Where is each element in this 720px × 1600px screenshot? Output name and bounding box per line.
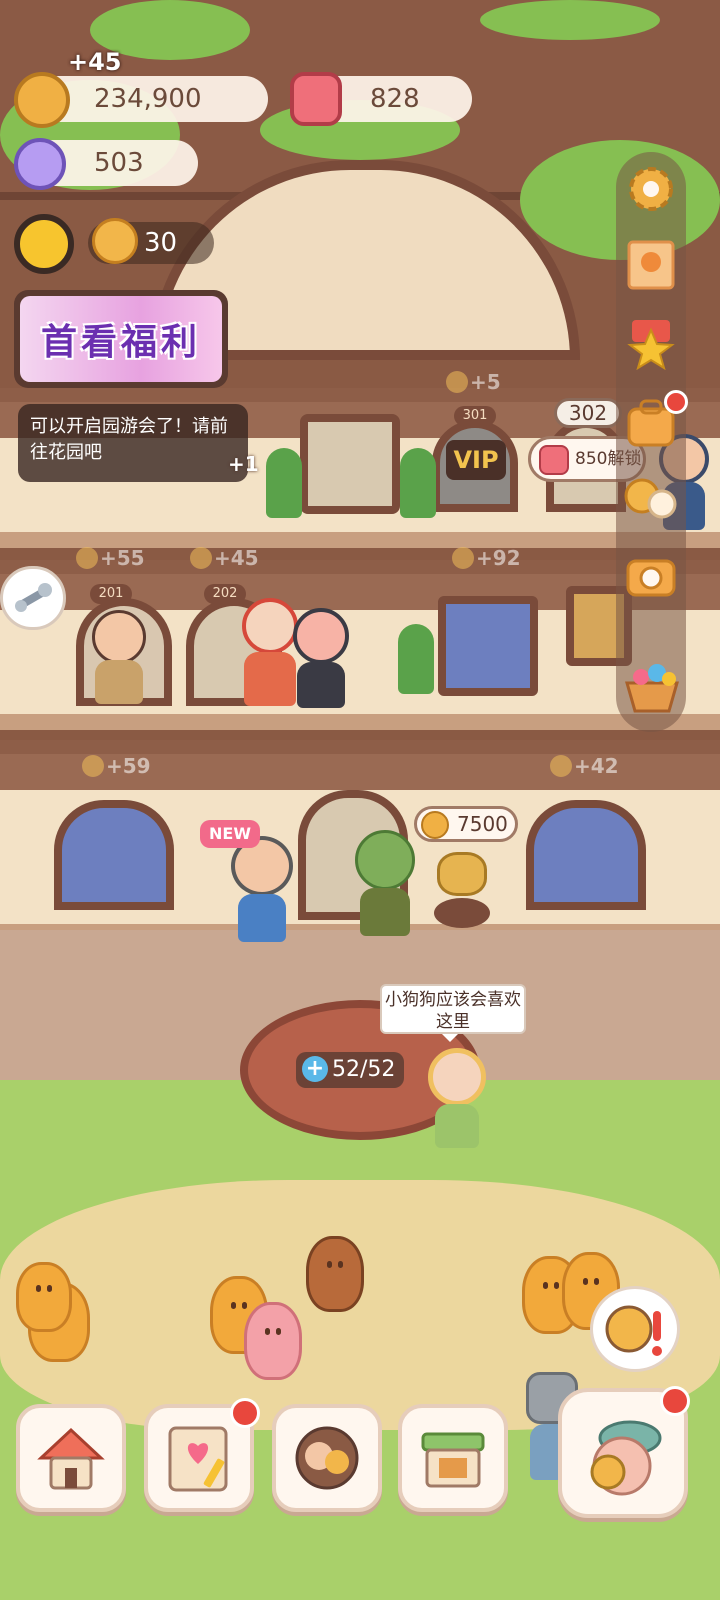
gem-icon xyxy=(539,445,569,475)
garden-fair-notice[interactable]: 可以开启园游会了！请前往花园吧 xyxy=(18,404,248,482)
potted-plant xyxy=(266,448,302,518)
settings-button[interactable] xyxy=(620,158,682,220)
energy-amount: 30 xyxy=(144,228,178,258)
room-203-door[interactable] xyxy=(438,596,538,696)
room-103-door[interactable] xyxy=(526,800,646,910)
wrench-icon xyxy=(15,583,52,612)
resident-character[interactable] xyxy=(222,832,302,948)
coin-icon xyxy=(76,547,98,569)
coin-icon xyxy=(446,371,468,393)
characters-icon xyxy=(295,1426,359,1490)
alert-exclamation-icon xyxy=(605,1305,662,1356)
cookie-villager[interactable] xyxy=(306,1236,364,1312)
welfare-label: 首看福利 xyxy=(20,296,222,382)
price-value: 7500 xyxy=(457,812,508,836)
elevator-door[interactable] xyxy=(300,414,400,514)
income-floater[interactable]: +92 xyxy=(452,546,521,570)
coin-icon xyxy=(421,811,449,839)
coin-amount: 234,900 xyxy=(94,84,202,114)
shop-button[interactable] xyxy=(398,1404,508,1512)
new-sign: NEW xyxy=(200,820,260,848)
vip-sign: VIP xyxy=(446,440,506,480)
build-button[interactable] xyxy=(16,1404,126,1512)
income-floater[interactable]: +55 xyxy=(76,546,145,570)
crystal-amount: 503 xyxy=(94,148,144,178)
cookie-villager[interactable] xyxy=(244,1302,302,1380)
wishing-well-counter[interactable]: + 52/52 xyxy=(296,1052,404,1088)
cookie-villager[interactable] xyxy=(16,1262,72,1332)
cookie-face-icon xyxy=(92,218,138,264)
leaf-cluster xyxy=(480,0,660,40)
photo-card-icon xyxy=(627,240,675,290)
income-floater[interactable]: +42 xyxy=(550,754,619,778)
camera-icon xyxy=(626,559,676,597)
build-house-icon xyxy=(37,1427,105,1490)
resident-character[interactable] xyxy=(424,1044,490,1154)
room-101-door[interactable] xyxy=(54,800,174,910)
basket-icon xyxy=(625,664,679,713)
coin-icon xyxy=(452,547,474,569)
character-speech-bubble: 小狗狗应该会喜欢这里 xyxy=(380,984,526,1042)
room-number-301: 301 xyxy=(454,406,496,426)
camera-button[interactable] xyxy=(620,544,682,606)
characters-button[interactable] xyxy=(272,1404,382,1512)
achievements-button[interactable] xyxy=(620,312,682,374)
income-floater-value: +55 xyxy=(100,546,145,570)
coin-icon xyxy=(550,755,572,777)
income-floater[interactable]: +5 xyxy=(446,370,501,394)
coin-icon xyxy=(82,755,104,777)
potted-plant xyxy=(400,448,436,518)
plus-icon: + xyxy=(302,1056,328,1082)
notebook-notification-dot xyxy=(230,1398,260,1428)
speech-text: 小狗狗应该会喜欢这里 xyxy=(385,990,521,1032)
coin-icon xyxy=(190,547,212,569)
income-floater[interactable]: +45 xyxy=(190,546,259,570)
sun-icon[interactable] xyxy=(14,214,74,274)
gem-amount: 828 xyxy=(370,84,420,114)
crystal-icon xyxy=(14,138,66,190)
event-notification-dot xyxy=(660,1386,690,1416)
album-button[interactable] xyxy=(620,234,682,296)
notebook-icon xyxy=(168,1426,228,1492)
notice-text: 可以开启园游会了！请前往花园吧 xyxy=(30,416,228,463)
quest-alert-bubble[interactable] xyxy=(590,1286,680,1372)
resident-character[interactable] xyxy=(84,600,154,710)
gift-basket-button[interactable] xyxy=(616,650,688,722)
first-view-welfare-button[interactable]: 首看福利 xyxy=(14,290,228,388)
resident-character[interactable] xyxy=(286,600,356,714)
energy-counter[interactable]: 30 xyxy=(88,218,214,264)
coin-icon xyxy=(14,72,70,128)
income-floater-value: +59 xyxy=(106,754,151,778)
potted-plant xyxy=(398,624,434,694)
income-floater-value: +5 xyxy=(470,370,501,394)
event-icon xyxy=(590,1420,662,1496)
room-number-302: 302 xyxy=(554,398,622,428)
friends-button[interactable] xyxy=(620,468,682,530)
inventory-notification-dot xyxy=(664,390,688,414)
well-count: 52/52 xyxy=(332,1057,396,1082)
resident-character[interactable] xyxy=(350,826,420,942)
gear-icon xyxy=(629,167,673,211)
star-badge-icon xyxy=(627,320,675,370)
income-floater-value: +92 xyxy=(476,546,521,570)
friends-icon xyxy=(624,478,677,519)
piggy-bank-price[interactable]: 7500 xyxy=(414,806,518,842)
notice-plus: +1 xyxy=(228,452,259,476)
coin-gain: +45 xyxy=(68,48,122,76)
income-floater[interactable]: +59 xyxy=(82,754,151,778)
golden-piggy-bank[interactable] xyxy=(430,846,494,932)
income-floater-value: +42 xyxy=(574,754,619,778)
shop-icon xyxy=(421,1432,485,1488)
income-floater-value: +45 xyxy=(214,546,259,570)
gem-icon xyxy=(290,72,342,126)
repair-tools-button[interactable] xyxy=(0,566,66,630)
